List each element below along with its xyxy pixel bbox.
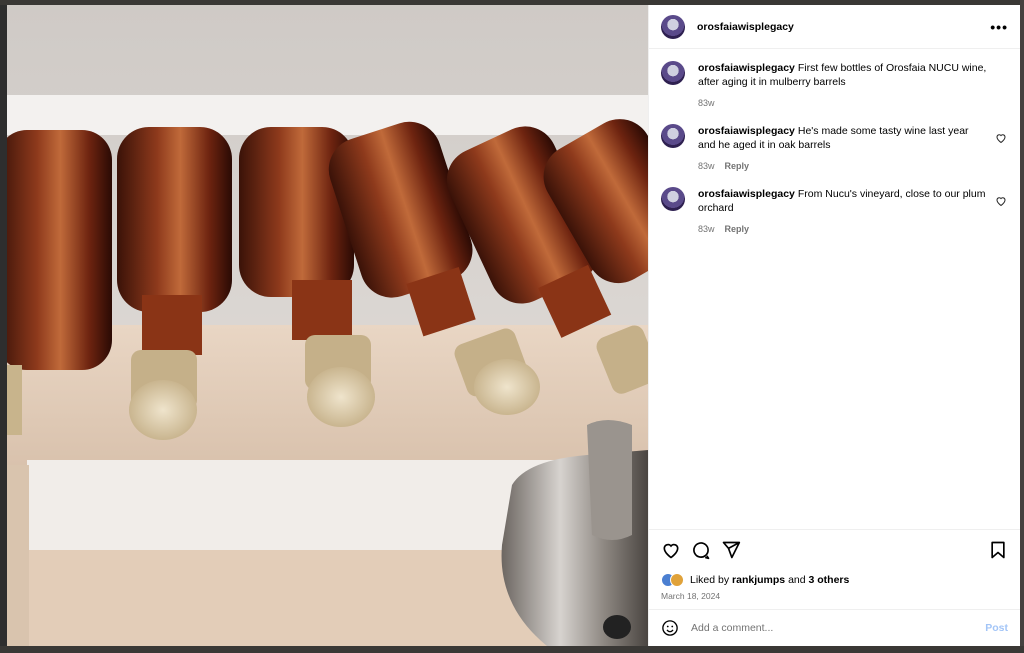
heart-icon[interactable] (994, 195, 1008, 207)
comment-item: orosfaiawisplegacy From Nucu's vineyard, … (661, 187, 1008, 236)
liker-username[interactable]: rankjumps (732, 574, 785, 586)
bookmark-icon[interactable] (988, 540, 1008, 560)
post-date[interactable]: March 18, 2024 (649, 589, 1020, 609)
emoji-icon[interactable] (661, 619, 679, 637)
avatar[interactable] (661, 14, 685, 39)
liker-avatars[interactable] (661, 573, 685, 587)
post-button[interactable]: Post (985, 622, 1008, 634)
comment-age[interactable]: 83w (698, 224, 715, 234)
post-modal: orosfaiawisplegacy ••• orosfaiawisplegac… (7, 5, 1020, 646)
more-icon[interactable]: ••• (990, 19, 1008, 35)
post-footer: Liked by rankjumps and 3 others March 18… (649, 529, 1020, 646)
comment-age[interactable]: 83w (698, 161, 715, 171)
reply-button[interactable]: Reply (725, 161, 750, 171)
heart-icon[interactable] (661, 540, 681, 560)
post-photo (7, 5, 648, 646)
avatar[interactable] (661, 124, 685, 148)
heart-icon[interactable] (994, 132, 1008, 144)
comment-username[interactable]: orosfaiawisplegacy (698, 125, 795, 137)
likes-others[interactable]: 3 others (809, 574, 850, 586)
likes-conj: and (788, 574, 806, 586)
comment-list: orosfaiawisplegacy First few bottles of O… (649, 49, 1020, 236)
comment-icon[interactable] (691, 540, 711, 560)
comment-username[interactable]: orosfaiawisplegacy (698, 62, 795, 74)
likes-summary: Liked by rankjumps and 3 others (649, 569, 1020, 589)
share-icon[interactable] (721, 540, 741, 560)
comment-item: orosfaiawisplegacy He's made some tasty w… (661, 124, 1008, 173)
comment-username[interactable]: orosfaiawisplegacy (698, 188, 795, 200)
avatar[interactable] (661, 61, 685, 85)
post-username[interactable]: orosfaiawisplegacy (697, 21, 990, 33)
post-sidebar: orosfaiawisplegacy ••• orosfaiawisplegac… (648, 5, 1020, 646)
reply-button[interactable]: Reply (725, 224, 750, 234)
likes-prefix: Liked by (690, 574, 730, 586)
comment-input[interactable] (689, 621, 986, 635)
action-bar (649, 529, 1020, 569)
comment-age[interactable]: 83w (698, 98, 715, 108)
avatar[interactable] (661, 187, 685, 211)
post-header: orosfaiawisplegacy ••• (649, 5, 1020, 49)
add-comment-bar: Post (649, 609, 1020, 646)
comment-item: orosfaiawisplegacy First few bottles of O… (661, 61, 1008, 110)
